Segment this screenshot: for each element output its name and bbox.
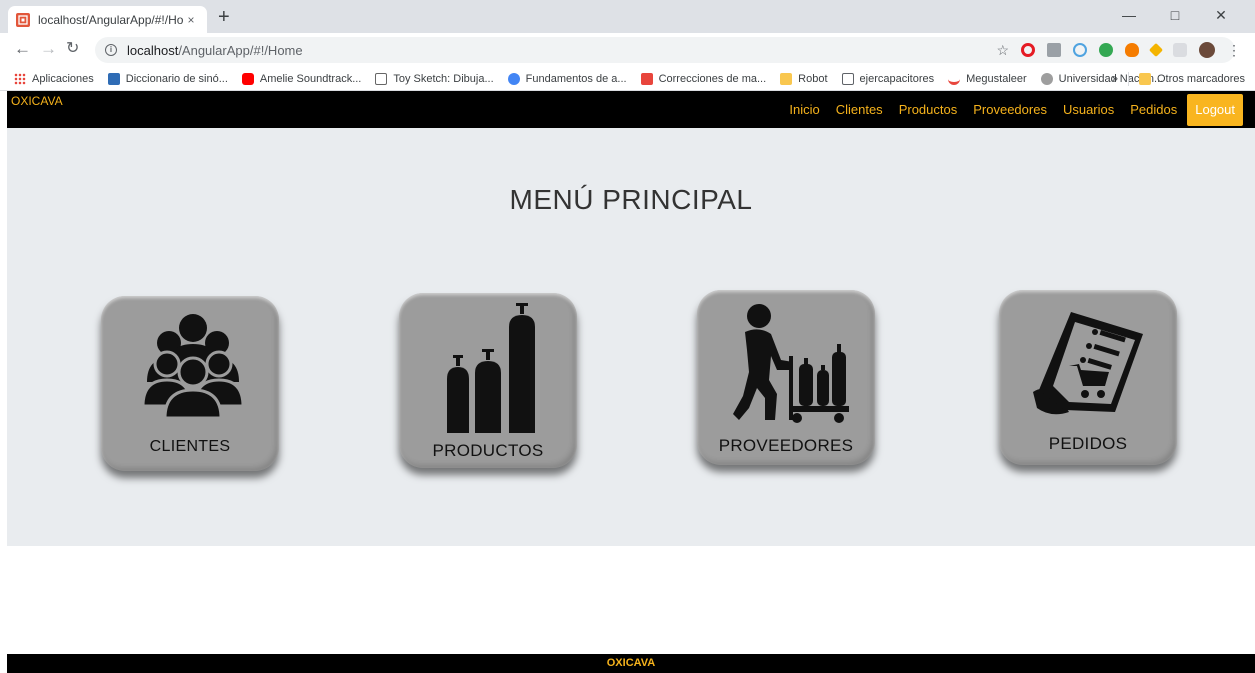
tab-close-icon[interactable]: × bbox=[183, 13, 199, 27]
sketch-icon bbox=[375, 72, 388, 85]
people-group-icon bbox=[101, 296, 279, 421]
extension-icon[interactable] bbox=[1125, 43, 1139, 57]
folder-icon bbox=[1138, 73, 1151, 85]
new-tab-button[interactable]: + bbox=[218, 7, 230, 27]
site-favicon-icon bbox=[16, 12, 30, 27]
reload-icon[interactable]: ↻ bbox=[66, 39, 79, 59]
url-path: /AngularApp/#!/Home bbox=[178, 42, 303, 58]
page-title: MENÚ PRINCIPAL bbox=[509, 184, 753, 215]
bookmark-item[interactable]: Robot bbox=[780, 72, 828, 85]
browser-toolbar: ← → ↻ i localhost/AngularApp/#!/Home ☆ ⋮ bbox=[0, 33, 1255, 67]
bookmark-item[interactable]: Correcciones de ma... bbox=[640, 72, 766, 85]
back-icon[interactable]: ← bbox=[14, 39, 31, 59]
url-host: localhost bbox=[127, 42, 179, 58]
brand-logo[interactable]: OXICAVA bbox=[11, 94, 63, 108]
bookmark-star-icon[interactable]: ☆ bbox=[996, 43, 1009, 57]
worker-trolley-icon bbox=[697, 290, 875, 423]
minimize-icon[interactable]: — bbox=[1106, 4, 1152, 26]
bookmarks-right: » Otros marcadores bbox=[1112, 67, 1245, 91]
bookmarks-overflow-button[interactable]: » bbox=[1112, 73, 1118, 85]
card-label: PRODUCTOS bbox=[432, 441, 544, 460]
bookmarks-bar: Aplicaciones Diccionario de sinó... Amel… bbox=[0, 67, 1255, 91]
bookmark-item[interactable]: Fundamentos de a... bbox=[507, 72, 627, 85]
browser-tab[interactable]: localhost/AngularApp/#!/Home × bbox=[8, 6, 207, 33]
folder-icon bbox=[780, 72, 793, 85]
divider bbox=[1127, 72, 1129, 86]
page-icon bbox=[841, 72, 854, 85]
main-menu-panel: MENÚ PRINCIPAL CLIENTES PRODUCTOS PROVEE… bbox=[7, 128, 1255, 546]
close-window-icon[interactable]: ✕ bbox=[1198, 4, 1244, 26]
nav-link-pedidos[interactable]: Pedidos bbox=[1130, 102, 1177, 117]
other-bookmarks-button[interactable]: Otros marcadores bbox=[1157, 73, 1245, 85]
card-label: CLIENTES bbox=[149, 438, 231, 455]
bookmark-item[interactable]: Megustaleer bbox=[948, 73, 1027, 85]
forward-icon[interactable]: → bbox=[40, 39, 57, 59]
browser-menu-icon[interactable]: ⋮ bbox=[1227, 43, 1241, 57]
browser-tabstrip: localhost/AngularApp/#!/Home × + — □ ✕ bbox=[0, 0, 1255, 33]
logout-button[interactable]: Logout bbox=[1187, 93, 1243, 126]
university-icon bbox=[1040, 72, 1053, 85]
megustaleer-icon bbox=[948, 73, 961, 85]
extensions-area: ☆ ⋮ bbox=[996, 42, 1241, 58]
nav-links: Inicio Clientes Productos Proveedores Us… bbox=[773, 91, 1243, 128]
order-cart-icon bbox=[999, 290, 1177, 415]
corrections-icon bbox=[640, 72, 653, 85]
card-clientes[interactable]: CLIENTES bbox=[101, 296, 279, 471]
apps-grid-icon bbox=[14, 72, 26, 85]
bookmark-item[interactable]: Amelie Soundtrack... bbox=[241, 72, 361, 85]
gas-cylinders-icon bbox=[399, 293, 577, 433]
card-pedidos[interactable]: PEDIDOS bbox=[999, 290, 1177, 465]
tab-title: localhost/AngularApp/#!/Home bbox=[38, 12, 183, 27]
card-productos[interactable]: PRODUCTOS bbox=[399, 293, 577, 468]
card-label: PROVEEDORES bbox=[718, 436, 854, 455]
bookmark-item[interactable]: Toy Sketch: Dibuja... bbox=[375, 72, 494, 85]
site-info-icon[interactable]: i bbox=[105, 44, 117, 56]
nav-link-inicio[interactable]: Inicio bbox=[789, 102, 819, 117]
nav-link-usuarios[interactable]: Usuarios bbox=[1063, 102, 1114, 117]
bookmark-item[interactable]: Diccionario de sinó... bbox=[107, 72, 228, 85]
extension-icon[interactable] bbox=[1173, 43, 1187, 57]
bookmark-item[interactable]: ejercapacitores bbox=[841, 72, 934, 85]
youtube-icon bbox=[241, 72, 254, 85]
profile-avatar-icon[interactable] bbox=[1199, 42, 1215, 58]
opera-extension-icon[interactable] bbox=[1021, 43, 1035, 57]
maximize-icon[interactable]: □ bbox=[1152, 4, 1198, 26]
google-icon bbox=[507, 72, 520, 85]
bookmark-item[interactable]: Aplicaciones bbox=[14, 72, 94, 85]
nav-link-clientes[interactable]: Clientes bbox=[836, 102, 883, 117]
card-proveedores[interactable]: PROVEEDORES bbox=[697, 290, 875, 465]
nav-link-proveedores[interactable]: Proveedores bbox=[973, 102, 1047, 117]
extension-icon[interactable] bbox=[1148, 42, 1164, 58]
nav-link-productos[interactable]: Productos bbox=[899, 102, 958, 117]
footer: OXICAVA bbox=[7, 654, 1255, 673]
app-navbar: OXICAVA Inicio Clientes Productos Provee… bbox=[7, 91, 1255, 128]
card-label: PEDIDOS bbox=[1048, 434, 1128, 453]
wordreference-icon bbox=[107, 72, 120, 85]
extension-icon[interactable] bbox=[1073, 43, 1087, 57]
extension-icon[interactable] bbox=[1099, 43, 1113, 57]
extension-icon[interactable] bbox=[1047, 43, 1061, 57]
